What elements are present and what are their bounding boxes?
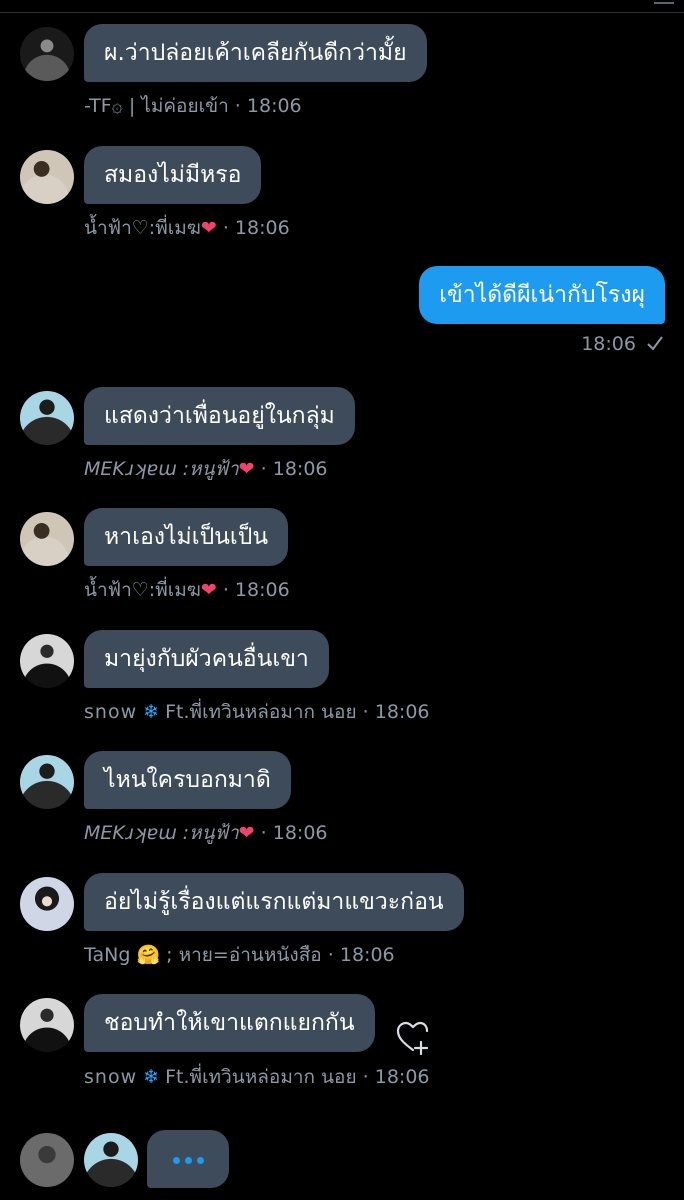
heart-icon: ❤ [200,217,217,239]
heart-icon: ❤ [200,579,217,601]
outgoing-message-bubble[interactable]: เข้าได้ดีผีเน่ากับโรงผุ [419,266,665,324]
sender-name[interactable]: -TF۞ | ไม่ค่อยเข้า [84,95,229,117]
timestamp: 18:06 [272,822,328,844]
hug-icon: 🤗 [136,944,161,966]
timestamp: 18:06 [374,701,430,723]
timestamp: 18:06 [246,95,302,117]
sender-name[interactable]: snow [84,1066,137,1088]
sender-name[interactable]: น้ำฟ้า♡:พี่เมฆ [84,217,201,239]
timestamp: 18:06 [234,579,290,601]
message-bubble[interactable]: แสดงว่าเพื่อนอยู่ในกลุ่ม [84,387,355,445]
message-meta: TaNg 🤗 ; หาย=อ่านหนังสือ · 18:06 [84,944,395,966]
timestamp: 18:06 [339,944,395,966]
typing-avatar[interactable] [20,1133,74,1187]
message-bubble[interactable]: ไหนใครบอกมาดิ [84,751,291,809]
menu-icon[interactable] [654,0,674,6]
message-meta: -TF۞ | ไม่ค่อยเข้า · 18:06 [84,95,302,117]
check-icon [647,336,663,351]
avatar[interactable] [20,150,74,204]
message-bubble[interactable]: ชอบทำให้เขาแตกแยกกัน [84,994,375,1052]
snowflake-icon: ❄ [143,701,160,723]
sender-name[interactable]: MEKɹʞɐɯ :หนูฟ้า [84,822,239,844]
sender-name[interactable]: น้ำฟ้า♡:พี่เมฆ [84,579,201,601]
message-meta: น้ำฟ้า♡:พี่เมฆ❤ · 18:06 [84,217,290,239]
message-bubble[interactable]: ผ.ว่าปล่อยเค้าเคลียกันดีกว่ามั้ย [84,24,427,82]
sender-name[interactable]: MEKɹʞɐɯ :หนูฟ้า [84,458,239,480]
message-bubble[interactable]: อ่ยไม่รู้เรื่องแต่แรกแต่มาแขวะก่อน [84,873,464,931]
timestamp: 18:06 [374,1066,430,1088]
message-bubble[interactable]: มายุ่งกับผัวคนอื่นเขา [84,630,329,688]
timestamp: 18:06 [272,458,328,480]
message-bubble[interactable]: หาเองไม่เป็นเป็น [84,508,289,566]
add-reaction-icon[interactable] [394,1018,434,1058]
avatar[interactable] [20,755,74,809]
avatar[interactable] [20,998,74,1052]
message-bubble[interactable]: สมองไม่มีหรอ [84,146,262,204]
message-meta: MEKɹʞɐɯ :หนูฟ้า❤ · 18:06 [84,822,328,844]
avatar[interactable] [20,877,74,931]
sender-name[interactable]: TaNg [84,944,130,966]
message-meta: snow ❄ Ft.พี่เทวินหล่อมาก นอย · 18:06 [84,1066,430,1088]
message-meta: น้ำฟ้า♡:พี่เมฆ❤ · 18:06 [84,579,290,601]
message-meta: snow ❄ Ft.พี่เทวินหล่อมาก นอย · 18:06 [84,701,430,723]
heart-icon: ❤ [238,822,255,844]
sender-suffix: Ft.พี่เทวินหล่อมาก นอย [165,1066,357,1088]
timestamp: 18:06 [234,217,290,239]
avatar[interactable] [20,391,74,445]
top-divider [0,0,684,13]
timestamp: 18:06 [581,333,636,355]
typing-indicator [147,1130,229,1188]
typing-avatar[interactable] [84,1133,138,1187]
sender-suffix: Ft.พี่เทวินหล่อมาก นอย [165,701,357,723]
heart-icon: ❤ [238,458,255,480]
avatar[interactable] [20,634,74,688]
message-meta: MEKɹʞɐɯ :หนูฟ้า❤ · 18:06 [84,458,328,480]
message-meta: 18:06 [581,333,664,355]
sender-name[interactable]: snow [84,701,137,723]
snowflake-icon: ❄ [143,1066,160,1088]
sender-suffix: ; หาย=อ่านหนังสือ [166,944,322,966]
avatar[interactable] [20,512,74,566]
avatar[interactable] [20,27,74,81]
